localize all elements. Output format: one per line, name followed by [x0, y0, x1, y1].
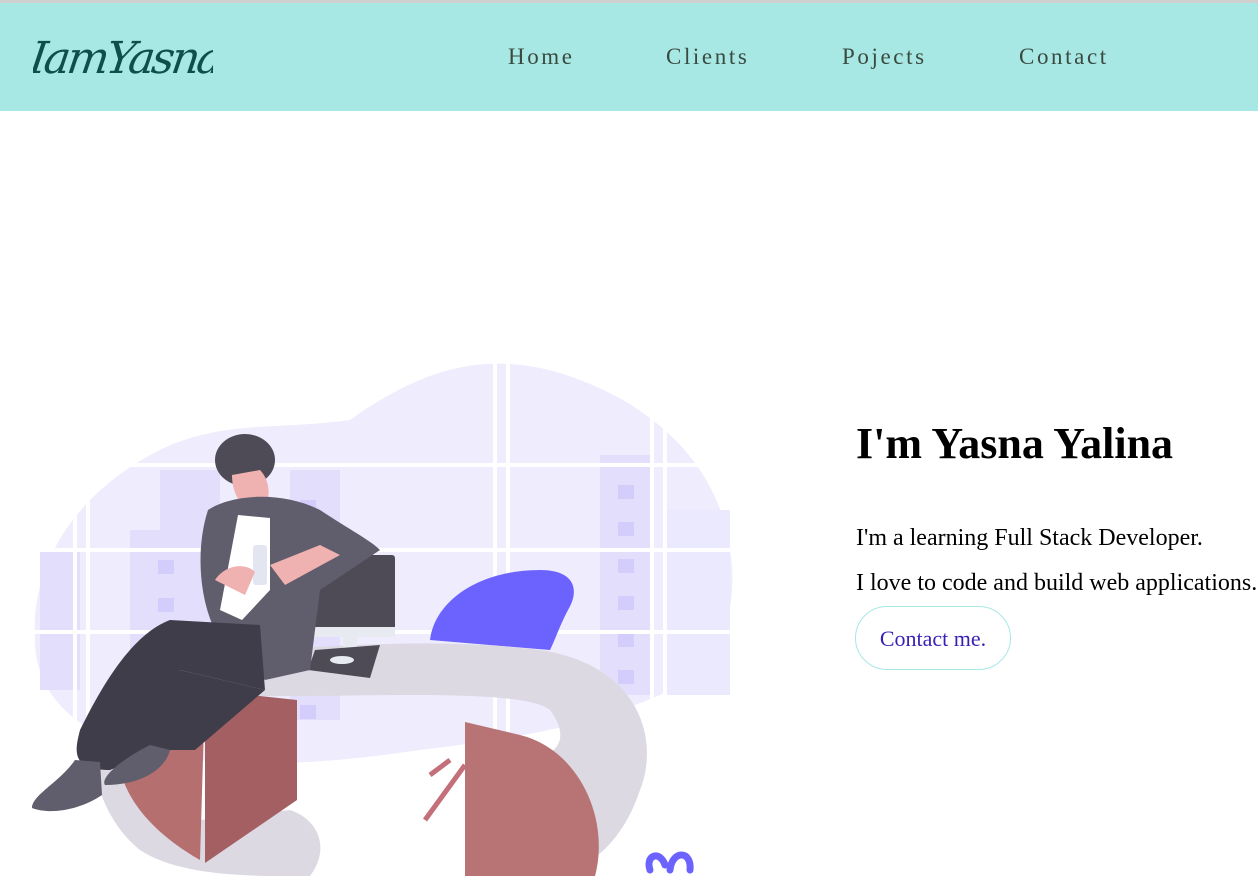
developer-at-desk-illustration	[20, 350, 750, 876]
hero-illustration	[20, 350, 750, 876]
nav-link-clients[interactable]: Clients	[666, 43, 749, 71]
nav-link-projects[interactable]: Pojects	[842, 43, 927, 71]
person-shoe-left	[32, 760, 102, 812]
logo-wordmark: IamYasna	[33, 33, 213, 84]
nav-link-home[interactable]: Home	[508, 43, 575, 71]
phone	[253, 545, 267, 585]
nav-link-contact[interactable]: Contact	[1019, 43, 1109, 71]
logo-text: IamYasna	[33, 33, 213, 84]
navbar: IamYasna Home Clients Pojects Contact	[0, 3, 1258, 111]
building-shape	[665, 510, 730, 695]
hero-title: I'm Yasna Yalina	[856, 419, 1174, 468]
plant-leaves	[645, 851, 694, 874]
hero-tagline-2: I love to code and build web application…	[856, 570, 1258, 596]
monitor-bezel	[307, 627, 395, 637]
hero-tagline-1: I'm a learning Full Stack Developer.	[856, 525, 1203, 551]
contact-me-button[interactable]: Contact me.	[855, 606, 1011, 670]
site-logo[interactable]: IamYasna	[33, 23, 213, 93]
keyboard	[330, 656, 354, 664]
